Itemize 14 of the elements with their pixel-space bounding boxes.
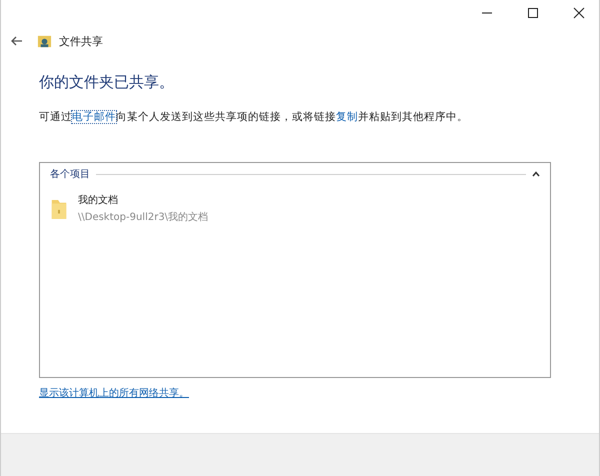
- heading: 你的文件夹已共享。: [39, 73, 175, 92]
- shared-folder-icon: [37, 34, 52, 48]
- collapse-caret-icon[interactable]: [532, 171, 540, 177]
- item-name: 我的文档: [78, 194, 119, 207]
- back-arrow-icon[interactable]: [11, 36, 23, 46]
- maximize-icon[interactable]: [527, 7, 539, 19]
- window-title: 文件共享: [59, 34, 103, 48]
- item-path: \\Desktop-9ull2r3\我的文档: [78, 210, 208, 224]
- group-title: 各个项目: [50, 168, 90, 181]
- link[interactable]: 复制: [336, 111, 358, 123]
- show-all-shares-link[interactable]: 显示该计算机上的所有网络共享。: [39, 386, 189, 400]
- description-text: 可通过电子邮件向某个人发送到这些共享项的链接，或将链接复制并粘贴到其他程序中。: [39, 110, 469, 124]
- link[interactable]: 电子邮件: [72, 111, 116, 123]
- close-icon[interactable]: [573, 7, 585, 19]
